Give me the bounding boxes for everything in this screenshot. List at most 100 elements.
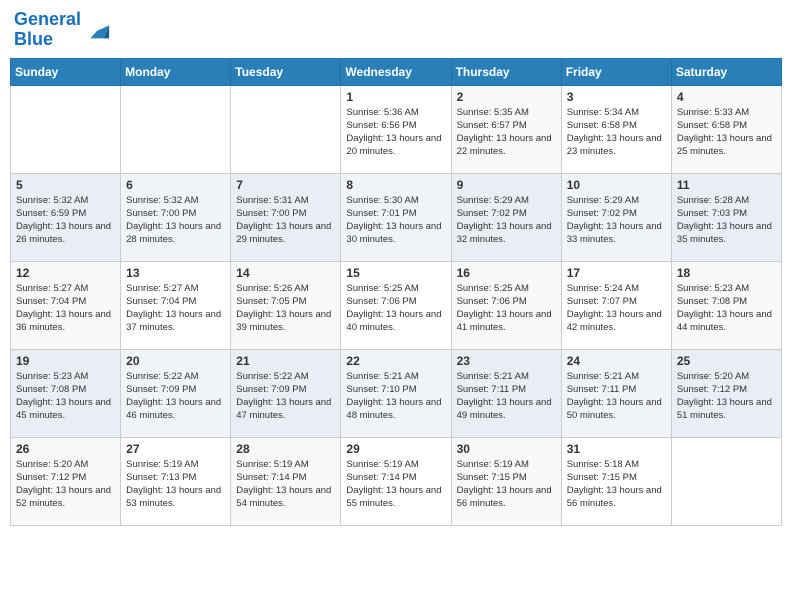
calendar-week-row: 26 Sunrise: 5:20 AM Sunset: 7:12 PM Dayl… [11, 437, 782, 525]
calendar-cell: 7 Sunrise: 5:31 AM Sunset: 7:00 PM Dayli… [231, 173, 341, 261]
day-info: Sunrise: 5:22 AM Sunset: 7:09 PM Dayligh… [236, 370, 335, 423]
day-header-tuesday: Tuesday [231, 58, 341, 85]
day-info: Sunrise: 5:31 AM Sunset: 7:00 PM Dayligh… [236, 194, 335, 247]
calendar-cell: 13 Sunrise: 5:27 AM Sunset: 7:04 PM Dayl… [121, 261, 231, 349]
day-info: Sunrise: 5:27 AM Sunset: 7:04 PM Dayligh… [126, 282, 225, 335]
day-info: Sunrise: 5:35 AM Sunset: 6:57 PM Dayligh… [457, 106, 556, 159]
day-info: Sunrise: 5:36 AM Sunset: 6:56 PM Dayligh… [346, 106, 445, 159]
day-number: 1 [346, 90, 445, 104]
day-info: Sunrise: 5:32 AM Sunset: 7:00 PM Dayligh… [126, 194, 225, 247]
logo: General Blue [14, 10, 111, 50]
calendar-cell: 20 Sunrise: 5:22 AM Sunset: 7:09 PM Dayl… [121, 349, 231, 437]
day-number: 17 [567, 266, 666, 280]
day-number: 11 [677, 178, 776, 192]
day-header-thursday: Thursday [451, 58, 561, 85]
calendar-cell: 26 Sunrise: 5:20 AM Sunset: 7:12 PM Dayl… [11, 437, 121, 525]
day-number: 29 [346, 442, 445, 456]
day-info: Sunrise: 5:26 AM Sunset: 7:05 PM Dayligh… [236, 282, 335, 335]
day-number: 19 [16, 354, 115, 368]
calendar-week-row: 5 Sunrise: 5:32 AM Sunset: 6:59 PM Dayli… [11, 173, 782, 261]
calendar-cell: 29 Sunrise: 5:19 AM Sunset: 7:14 PM Dayl… [341, 437, 451, 525]
calendar-week-row: 1 Sunrise: 5:36 AM Sunset: 6:56 PM Dayli… [11, 85, 782, 173]
day-header-monday: Monday [121, 58, 231, 85]
calendar-cell [121, 85, 231, 173]
day-info: Sunrise: 5:22 AM Sunset: 7:09 PM Dayligh… [126, 370, 225, 423]
day-number: 28 [236, 442, 335, 456]
calendar-cell [231, 85, 341, 173]
day-info: Sunrise: 5:21 AM Sunset: 7:11 PM Dayligh… [567, 370, 666, 423]
day-info: Sunrise: 5:23 AM Sunset: 7:08 PM Dayligh… [677, 282, 776, 335]
day-number: 15 [346, 266, 445, 280]
day-number: 26 [16, 442, 115, 456]
day-number: 5 [16, 178, 115, 192]
calendar-cell: 25 Sunrise: 5:20 AM Sunset: 7:12 PM Dayl… [671, 349, 781, 437]
day-number: 13 [126, 266, 225, 280]
day-info: Sunrise: 5:33 AM Sunset: 6:58 PM Dayligh… [677, 106, 776, 159]
calendar-week-row: 12 Sunrise: 5:27 AM Sunset: 7:04 PM Dayl… [11, 261, 782, 349]
day-info: Sunrise: 5:32 AM Sunset: 6:59 PM Dayligh… [16, 194, 115, 247]
day-number: 9 [457, 178, 556, 192]
day-info: Sunrise: 5:20 AM Sunset: 7:12 PM Dayligh… [16, 458, 115, 511]
calendar-cell: 2 Sunrise: 5:35 AM Sunset: 6:57 PM Dayli… [451, 85, 561, 173]
calendar-cell: 21 Sunrise: 5:22 AM Sunset: 7:09 PM Dayl… [231, 349, 341, 437]
day-number: 2 [457, 90, 556, 104]
calendar-cell: 12 Sunrise: 5:27 AM Sunset: 7:04 PM Dayl… [11, 261, 121, 349]
day-header-saturday: Saturday [671, 58, 781, 85]
day-header-wednesday: Wednesday [341, 58, 451, 85]
day-info: Sunrise: 5:24 AM Sunset: 7:07 PM Dayligh… [567, 282, 666, 335]
calendar-cell: 11 Sunrise: 5:28 AM Sunset: 7:03 PM Dayl… [671, 173, 781, 261]
calendar-cell: 18 Sunrise: 5:23 AM Sunset: 7:08 PM Dayl… [671, 261, 781, 349]
day-number: 25 [677, 354, 776, 368]
calendar-week-row: 19 Sunrise: 5:23 AM Sunset: 7:08 PM Dayl… [11, 349, 782, 437]
calendar-cell [671, 437, 781, 525]
calendar-cell: 10 Sunrise: 5:29 AM Sunset: 7:02 PM Dayl… [561, 173, 671, 261]
day-number: 16 [457, 266, 556, 280]
day-info: Sunrise: 5:25 AM Sunset: 7:06 PM Dayligh… [457, 282, 556, 335]
calendar-cell: 6 Sunrise: 5:32 AM Sunset: 7:00 PM Dayli… [121, 173, 231, 261]
calendar-cell: 14 Sunrise: 5:26 AM Sunset: 7:05 PM Dayl… [231, 261, 341, 349]
calendar-cell: 23 Sunrise: 5:21 AM Sunset: 7:11 PM Dayl… [451, 349, 561, 437]
calendar-cell: 3 Sunrise: 5:34 AM Sunset: 6:58 PM Dayli… [561, 85, 671, 173]
calendar-cell: 28 Sunrise: 5:19 AM Sunset: 7:14 PM Dayl… [231, 437, 341, 525]
day-number: 30 [457, 442, 556, 456]
calendar-cell: 19 Sunrise: 5:23 AM Sunset: 7:08 PM Dayl… [11, 349, 121, 437]
day-info: Sunrise: 5:20 AM Sunset: 7:12 PM Dayligh… [677, 370, 776, 423]
day-number: 12 [16, 266, 115, 280]
day-number: 20 [126, 354, 225, 368]
calendar-cell: 30 Sunrise: 5:19 AM Sunset: 7:15 PM Dayl… [451, 437, 561, 525]
day-number: 8 [346, 178, 445, 192]
day-header-sunday: Sunday [11, 58, 121, 85]
day-info: Sunrise: 5:19 AM Sunset: 7:13 PM Dayligh… [126, 458, 225, 511]
calendar-cell: 8 Sunrise: 5:30 AM Sunset: 7:01 PM Dayli… [341, 173, 451, 261]
calendar-cell [11, 85, 121, 173]
day-info: Sunrise: 5:19 AM Sunset: 7:14 PM Dayligh… [236, 458, 335, 511]
day-info: Sunrise: 5:19 AM Sunset: 7:14 PM Dayligh… [346, 458, 445, 511]
calendar-cell: 4 Sunrise: 5:33 AM Sunset: 6:58 PM Dayli… [671, 85, 781, 173]
calendar-cell: 16 Sunrise: 5:25 AM Sunset: 7:06 PM Dayl… [451, 261, 561, 349]
day-info: Sunrise: 5:28 AM Sunset: 7:03 PM Dayligh… [677, 194, 776, 247]
day-number: 7 [236, 178, 335, 192]
day-info: Sunrise: 5:21 AM Sunset: 7:11 PM Dayligh… [457, 370, 556, 423]
day-number: 27 [126, 442, 225, 456]
calendar-cell: 15 Sunrise: 5:25 AM Sunset: 7:06 PM Dayl… [341, 261, 451, 349]
day-info: Sunrise: 5:25 AM Sunset: 7:06 PM Dayligh… [346, 282, 445, 335]
day-number: 24 [567, 354, 666, 368]
day-info: Sunrise: 5:18 AM Sunset: 7:15 PM Dayligh… [567, 458, 666, 511]
day-number: 22 [346, 354, 445, 368]
day-header-friday: Friday [561, 58, 671, 85]
day-info: Sunrise: 5:34 AM Sunset: 6:58 PM Dayligh… [567, 106, 666, 159]
day-number: 10 [567, 178, 666, 192]
day-number: 6 [126, 178, 225, 192]
calendar-header-row: SundayMondayTuesdayWednesdayThursdayFrid… [11, 58, 782, 85]
day-info: Sunrise: 5:19 AM Sunset: 7:15 PM Dayligh… [457, 458, 556, 511]
calendar-cell: 9 Sunrise: 5:29 AM Sunset: 7:02 PM Dayli… [451, 173, 561, 261]
calendar-cell: 5 Sunrise: 5:32 AM Sunset: 6:59 PM Dayli… [11, 173, 121, 261]
page-header: General Blue [10, 10, 782, 50]
day-number: 4 [677, 90, 776, 104]
day-info: Sunrise: 5:21 AM Sunset: 7:10 PM Dayligh… [346, 370, 445, 423]
day-info: Sunrise: 5:29 AM Sunset: 7:02 PM Dayligh… [567, 194, 666, 247]
day-number: 3 [567, 90, 666, 104]
logo-text: General Blue [14, 10, 81, 50]
day-number: 18 [677, 266, 776, 280]
day-number: 31 [567, 442, 666, 456]
